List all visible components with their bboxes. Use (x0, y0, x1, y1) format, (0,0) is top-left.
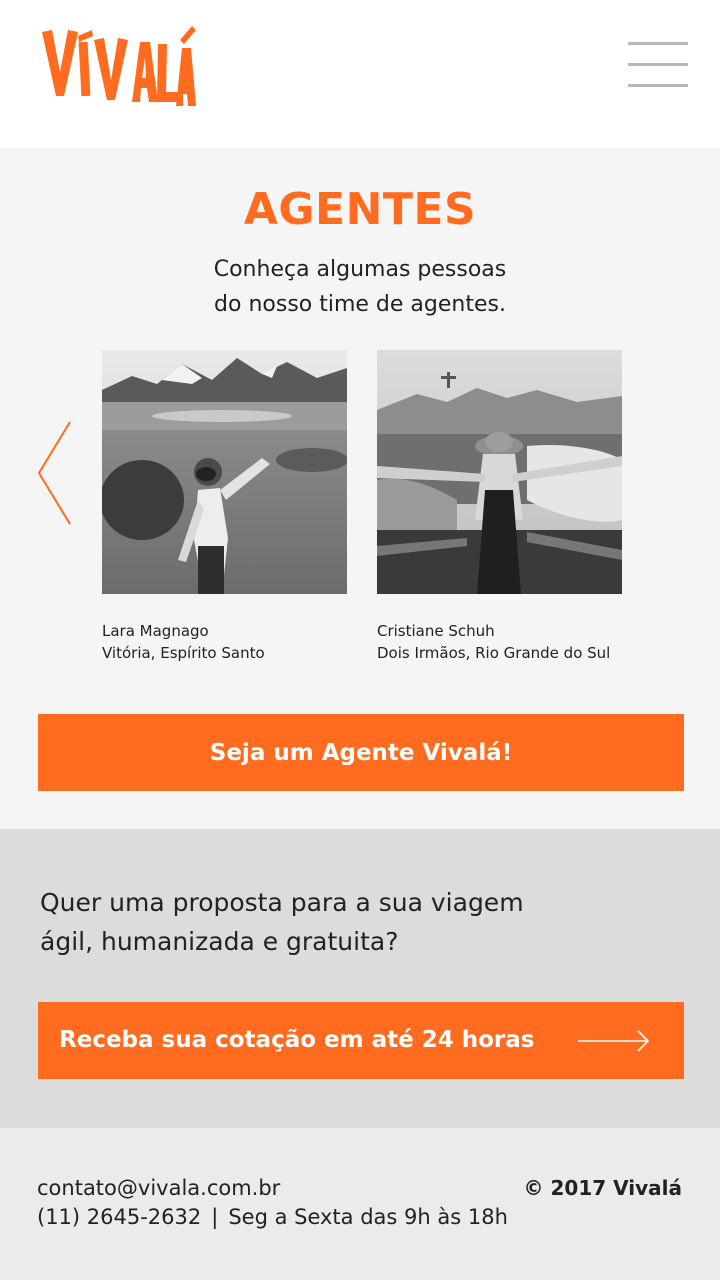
agents-subtitle-line: do nosso time de agentes. (214, 292, 506, 317)
quote-text: Quer uma proposta para a sua viagem ágil… (40, 883, 600, 961)
agents-subtitle: Conheça algumas pessoas do nosso time de… (160, 252, 560, 322)
get-quote-button[interactable]: Receba sua cotação em até 24 horas (38, 1002, 684, 1079)
quote-text-line: ágil, humanizada e gratuita? (40, 927, 399, 956)
arrow-right-icon (578, 1030, 650, 1052)
business-hours: Seg a Sexta das 9h às 18h (228, 1205, 508, 1229)
agent-card[interactable]: Cristiane Schuh Dois Irmãos, Rio Grande … (377, 350, 622, 664)
menu-line (628, 63, 688, 66)
agent-photo (377, 350, 622, 594)
contact-phone[interactable]: (11) 2645-2632 (37, 1205, 201, 1229)
agents-subtitle-line: Conheça algumas pessoas (213, 257, 507, 282)
quote-text-line: Quer uma proposta para a sua viagem (40, 888, 524, 917)
agents-section: AGENTES Conheça algumas pessoas do nosso… (0, 148, 720, 829)
agent-location: Dois Irmãos, Rio Grande do Sul (377, 644, 611, 662)
agent-name: Cristiane Schuh (377, 622, 495, 640)
agent-photo (102, 350, 347, 594)
quote-section: Quer uma proposta para a sua viagem ágil… (0, 829, 720, 1128)
agent-name: Lara Magnago (102, 622, 209, 640)
site-header (0, 0, 720, 148)
become-agent-button[interactable]: Seja um Agente Vivalá! (38, 714, 684, 791)
vivala-logo[interactable] (40, 22, 196, 108)
hamburger-menu-icon[interactable] (628, 42, 688, 88)
get-quote-label: Receba sua cotação em até 24 horas (59, 1027, 535, 1053)
menu-line (628, 84, 688, 87)
agent-location: Vitória, Espírito Santo (102, 644, 265, 662)
menu-line (628, 42, 688, 45)
agent-card[interactable]: Lara Magnago Vitória, Espírito Santo (102, 350, 347, 664)
footer-separator: | (211, 1205, 219, 1229)
contact-phone-line: (11) 2645-2632 | Seg a Sexta das 9h às 18h (37, 1202, 508, 1232)
copyright: © 2017 Vivalá (523, 1176, 682, 1200)
agents-title: AGENTES (243, 184, 477, 235)
contact-email[interactable]: contato@vivala.com.br (37, 1173, 280, 1203)
chevron-left-icon[interactable] (36, 420, 72, 526)
site-footer: contato@vivala.com.br (11) 2645-2632 | Seg… (0, 1128, 720, 1280)
